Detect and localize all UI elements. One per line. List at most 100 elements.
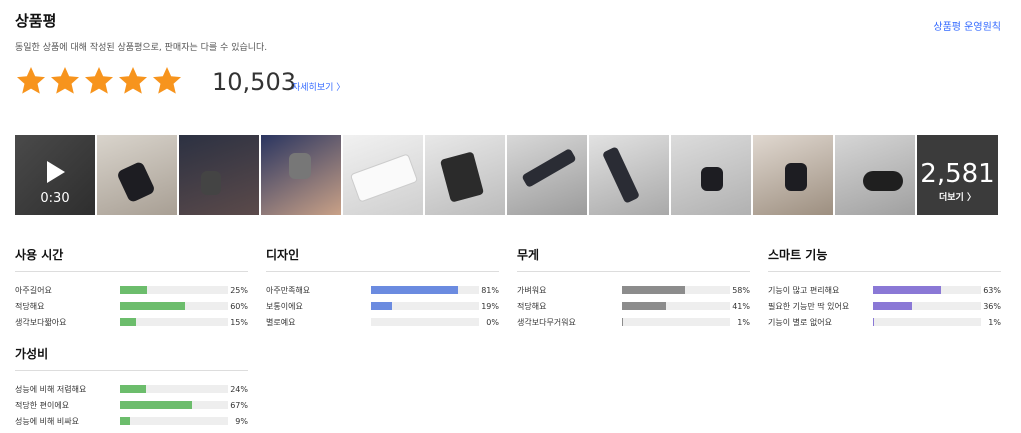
survey-block: 디자인아주만족해요 81% 보통이에요 19% 별로예요 0% bbox=[266, 246, 499, 330]
survey-bar-track bbox=[873, 302, 981, 310]
survey-percent: 36% bbox=[983, 301, 1001, 311]
survey-bar-fill bbox=[371, 286, 459, 294]
survey-bar-fill bbox=[120, 385, 146, 393]
survey-option-label: 필요한 기능만 딱 있어요 bbox=[768, 301, 850, 311]
photo-thumbnail[interactable] bbox=[97, 135, 177, 215]
survey-title: 가성비 bbox=[15, 345, 248, 371]
more-photos-count: 2,581 bbox=[920, 159, 995, 189]
survey-percent: 0% bbox=[486, 317, 499, 327]
photo-thumbnail[interactable] bbox=[343, 135, 423, 215]
reviews-subtitle: 동일한 상품에 대해 작성된 상품평으로, 판매자는 다를 수 있습니다. bbox=[15, 43, 268, 53]
more-photos-label: 더보기 〉 bbox=[939, 193, 976, 203]
survey-row: 아주만족해요 81% bbox=[266, 282, 499, 298]
survey-option-label: 기능이 별로 없어요 bbox=[768, 317, 832, 327]
video-thumbnail[interactable]: 0:30 bbox=[15, 135, 95, 215]
survey-row: 생각보다짧아요 15% bbox=[15, 314, 248, 330]
survey-percent: 25% bbox=[230, 285, 248, 295]
photo-thumbnail[interactable] bbox=[425, 135, 505, 215]
survey-bar-track bbox=[622, 286, 730, 294]
survey-row: 별로예요 0% bbox=[266, 314, 499, 330]
photo-thumbnail[interactable] bbox=[179, 135, 259, 215]
survey-option-label: 성능에 비해 비싸요 bbox=[15, 416, 79, 426]
survey-bar-fill bbox=[622, 318, 624, 326]
survey-bar-track bbox=[120, 385, 228, 393]
survey-percent: 9% bbox=[235, 416, 248, 426]
star-icon bbox=[17, 67, 45, 94]
survey-bar-fill bbox=[873, 302, 912, 310]
survey-bar-track bbox=[120, 286, 228, 294]
survey-bar-fill bbox=[622, 286, 685, 294]
review-count: 10,503 bbox=[212, 68, 296, 96]
survey-bar-track bbox=[120, 401, 228, 409]
survey-percent: 19% bbox=[481, 301, 499, 311]
survey-block: 스마트 기능기능이 많고 편리해요 63% 필요한 기능만 딱 있어요 36% 기능이 … bbox=[768, 246, 1001, 330]
survey-bar-fill bbox=[371, 302, 392, 310]
survey-row: 가벼워요 58% bbox=[517, 282, 750, 298]
survey-percent: 58% bbox=[732, 285, 750, 295]
survey-percent: 15% bbox=[230, 317, 248, 327]
survey-bar-track bbox=[873, 286, 981, 294]
survey-bar-track bbox=[371, 318, 479, 326]
survey-option-label: 가벼워요 bbox=[517, 285, 547, 295]
survey-bar-fill bbox=[873, 318, 875, 326]
survey-option-label: 아주길어요 bbox=[15, 285, 52, 295]
video-duration: 0:30 bbox=[40, 191, 70, 206]
survey-option-label: 생각보다짧아요 bbox=[15, 317, 67, 327]
survey-block: 사용 시간아주길어요 25% 적당해요 60% 생각보다짧아요 15% bbox=[15, 246, 248, 330]
survey-row: 보통이에요 19% bbox=[266, 298, 499, 314]
survey-row: 생각보다무거워요 1% bbox=[517, 314, 750, 330]
survey-bar-track bbox=[622, 302, 730, 310]
survey-percent: 24% bbox=[230, 384, 248, 394]
survey-title: 사용 시간 bbox=[15, 246, 248, 272]
photo-thumbnail[interactable] bbox=[671, 135, 751, 215]
survey-percent: 1% bbox=[988, 317, 1001, 327]
star-icon bbox=[85, 67, 113, 94]
survey-block: 가성비성능에 비해 저렴해요 24% 적당한 편이에요 67% 성능에 비해 비싸요 9% bbox=[15, 345, 248, 429]
survey-bar-track bbox=[371, 302, 479, 310]
survey-row: 기능이 별로 없어요 1% bbox=[768, 314, 1001, 330]
survey-row: 아주길어요 25% bbox=[15, 282, 248, 298]
photo-thumbnail[interactable] bbox=[589, 135, 669, 215]
rating-detail-link[interactable]: 자세히보기 〉 bbox=[292, 80, 345, 93]
rating-stars bbox=[15, 64, 183, 98]
survey-title: 무게 bbox=[517, 246, 750, 272]
survey-bar-track bbox=[120, 318, 228, 326]
survey-bar-track bbox=[120, 417, 228, 425]
survey-option-label: 성능에 비해 저렴해요 bbox=[15, 384, 87, 394]
survey-option-label: 생각보다무거워요 bbox=[517, 317, 576, 327]
review-policy-link[interactable]: 상품평 운영원칙 bbox=[933, 18, 1001, 33]
survey-option-label: 적당해요 bbox=[517, 301, 547, 311]
survey-option-label: 기능이 많고 편리해요 bbox=[768, 285, 840, 295]
star-icon bbox=[153, 67, 181, 94]
reviews-title: 상품평 bbox=[15, 12, 57, 30]
survey-block: 무게가벼워요 58% 적당해요 41% 생각보다무거워요 1% bbox=[517, 246, 750, 330]
survey-percent: 41% bbox=[732, 301, 750, 311]
photo-thumbnail[interactable] bbox=[261, 135, 341, 215]
survey-bar-track bbox=[622, 318, 730, 326]
survey-bar-fill bbox=[120, 302, 185, 310]
survey-percent: 1% bbox=[737, 317, 750, 327]
survey-option-label: 적당한 편이에요 bbox=[15, 400, 70, 410]
survey-row: 성능에 비해 비싸요 9% bbox=[15, 413, 248, 429]
survey-percent: 60% bbox=[230, 301, 248, 311]
star-icon bbox=[51, 67, 79, 94]
survey-percent: 67% bbox=[230, 400, 248, 410]
survey-option-label: 아주만족해요 bbox=[266, 285, 311, 295]
photo-gallery: 0:30 2,581 더보기 〉 bbox=[15, 135, 998, 215]
survey-bar-fill bbox=[120, 318, 137, 326]
survey-title: 스마트 기능 bbox=[768, 246, 1001, 272]
photo-thumbnail[interactable] bbox=[507, 135, 587, 215]
survey-row: 기능이 많고 편리해요 63% bbox=[768, 282, 1001, 298]
survey-row: 적당한 편이에요 67% bbox=[15, 397, 248, 413]
survey-bar-fill bbox=[120, 417, 130, 425]
survey-bar-fill bbox=[873, 286, 942, 294]
photo-thumbnail[interactable] bbox=[753, 135, 833, 215]
more-photos-button[interactable]: 2,581 더보기 〉 bbox=[917, 135, 998, 215]
survey-row: 적당해요 60% bbox=[15, 298, 248, 314]
survey-bar-track bbox=[873, 318, 981, 326]
survey-title: 디자인 bbox=[266, 246, 499, 272]
photo-thumbnail[interactable] bbox=[835, 135, 915, 215]
survey-row: 적당해요 41% bbox=[517, 298, 750, 314]
survey-option-label: 별로예요 bbox=[266, 317, 296, 327]
play-icon bbox=[47, 161, 65, 183]
